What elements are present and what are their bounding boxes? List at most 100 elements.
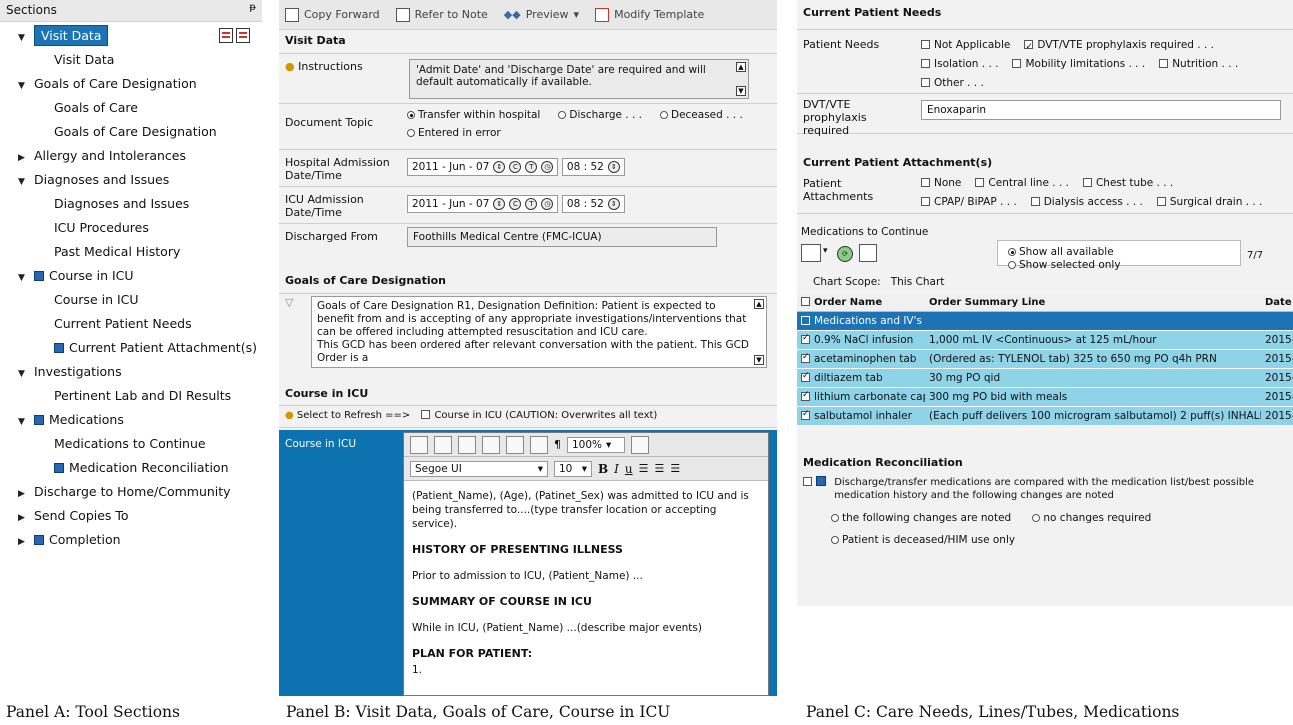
zoom-select[interactable]: 100% ▾ [567,436,625,453]
sidebar-item[interactable]: Goals of Care [0,96,262,120]
show-selected-radio[interactable]: Show selected only [1008,259,1121,271]
collapse-all-icon[interactable] [219,28,233,43]
paste-icon[interactable] [458,435,476,454]
sidebar-item[interactable]: Goals of Care Designation [0,120,262,144]
needs-checkbox[interactable]: Not Applicable [921,39,1010,51]
sidebar-item[interactable]: Course in ICU [0,288,262,312]
order-icon[interactable] [801,244,821,262]
pin-icon[interactable]: ᵽ [249,2,256,13]
show-all-radio[interactable]: Show all available [1008,246,1114,258]
needs-checkbox[interactable]: Nutrition . . . [1159,58,1238,70]
bold-icon[interactable]: B [598,462,608,476]
table-row[interactable]: lithium carbonate cap300 mg PO bid with … [797,387,1293,407]
recon-nochange-radio[interactable]: no changes required [1032,508,1151,528]
find-icon[interactable] [530,435,548,454]
needs-checkbox[interactable]: Mobility limitations . . . [1012,58,1145,70]
scroll-up-icon[interactable]: ▲ [736,62,746,72]
spin-icon[interactable]: ⇕ [493,198,506,210]
sidebar-item[interactable]: Pertinent Lab and DI Results [0,384,262,408]
collapsed-icon[interactable]: ▶ [18,482,30,506]
discharged-from-field[interactable]: Foothills Medical Centre (FMC-ICUA) [407,227,717,247]
clear-icon[interactable]: C [509,161,522,173]
copy-icon[interactable] [434,435,452,454]
clock-icon[interactable]: ◷ [541,161,554,173]
checkbox-icon[interactable] [801,316,810,325]
topic-discharge-radio[interactable]: Discharge . . . [558,109,642,121]
sidebar-item[interactable]: ▼ Medications [0,408,262,432]
chevron-down-icon[interactable]: ▾ [823,246,828,256]
sidebar-item[interactable]: Current Patient Attachment(s) [0,336,262,360]
med-group-row[interactable]: Medications and IV's [797,311,1293,331]
col-order-name[interactable]: Order Name [797,294,925,312]
attachment-checkbox[interactable]: CPAP/ BiPAP . . . [921,196,1017,208]
dvt-field[interactable]: Enoxaparin [921,100,1281,120]
topic-deceased-radio[interactable]: Deceased . . . [659,109,743,121]
copy-forward-button[interactable]: Copy Forward [285,7,380,22]
sidebar-item[interactable]: Medications to Continue [0,432,262,456]
modify-template-button[interactable]: Modify Template [595,7,704,22]
refresh-checkbox[interactable]: Course in ICU (CAUTION: Overwrites all t… [421,410,657,421]
expanded-icon[interactable]: ▼ [18,266,30,290]
expand-all-icon[interactable] [236,28,250,43]
expanded-icon[interactable]: ▼ [18,362,30,386]
today-icon[interactable]: T [525,198,538,210]
expanded-icon[interactable]: ▼ [18,74,30,98]
checkbox-icon[interactable] [801,297,810,306]
col-summary[interactable]: Order Summary Line [925,294,1261,312]
checkbox-icon[interactable] [801,409,810,420]
refresh-icon[interactable]: ⟳ [837,246,853,262]
recon-deceased-radio[interactable]: Patient is deceased/HIM use only [831,530,1015,550]
sidebar-item[interactable]: Medication Reconciliation [0,456,262,480]
topic-error-radio[interactable]: Entered in error [407,127,501,139]
sidebar-item[interactable]: ICU Procedures [0,216,262,240]
sidebar-item[interactable]: Visit Data [0,48,262,72]
table-row[interactable]: salbutamol inhaler (Each puff delivers 10… [797,406,1293,426]
italic-icon[interactable]: I [614,462,619,476]
sidebar-item[interactable]: ▼ Investigations [0,360,262,384]
align-right-icon[interactable]: ☰ [670,462,680,475]
sidebar-item[interactable]: ▼ Visit Data [0,24,262,48]
checkbox-icon[interactable] [801,371,810,382]
collapsed-icon[interactable]: ▶ [18,146,30,170]
font-size-select[interactable]: 10 ▾ [554,460,592,477]
hospital-admission-time[interactable]: 08 : 52 ⇕ [561,158,625,176]
scroll-up-icon[interactable]: ▲ [754,299,764,309]
align-left-icon[interactable]: ☰ [639,462,649,475]
spin-icon[interactable]: ⇕ [607,161,620,173]
checkbox-icon[interactable] [801,390,810,401]
sidebar-item[interactable]: ▼ Goals of Care Designation [0,72,262,96]
underline-icon[interactable]: u [625,462,633,476]
hospital-admission-date[interactable]: 2011 - Jun - 07 ⇕ C T ◷ [407,158,559,176]
recon-changes-radio[interactable]: the following changes are noted [831,508,1011,528]
recon-checkbox[interactable] [803,477,812,486]
today-icon[interactable]: T [525,161,538,173]
cut-icon[interactable] [410,435,428,454]
editor-document[interactable]: (Patient_Name), (Age), (Patinet_Sex) was… [404,481,768,697]
icu-admission-time[interactable]: 08 : 52 ⇕ [561,195,625,213]
sidebar-item[interactable]: Past Medical History [0,240,262,264]
hand-icon[interactable] [859,244,877,262]
spin-icon[interactable]: ⇕ [493,161,506,173]
sidebar-item[interactable]: ▶ Discharge to Home/Community [0,480,262,504]
preview-button[interactable]: ◆◆ Preview ▾ [504,8,579,21]
collapsed-icon[interactable]: ▶ [18,530,30,554]
scroll-down-icon[interactable]: ▼ [736,86,746,96]
font-select[interactable]: Segoe UI ▾ [410,460,548,477]
spin-icon[interactable]: ⇕ [607,198,620,210]
sidebar-item[interactable]: ▼ Diagnoses and Issues [0,168,262,192]
collapsed-icon[interactable]: ▶ [18,506,30,530]
checkbox-icon[interactable] [801,352,810,363]
align-center-icon[interactable]: ☰ [655,462,665,475]
topic-transfer-radio[interactable]: Transfer within hospital [407,109,540,121]
attachment-checkbox[interactable]: Central line . . . [975,177,1069,189]
attachment-checkbox[interactable]: Dialysis access . . . [1030,196,1143,208]
attachment-checkbox[interactable]: Surgical drain . . . [1156,196,1262,208]
refer-to-note-button[interactable]: Refer to Note [395,7,488,22]
sidebar-item[interactable]: Current Patient Needs [0,312,262,336]
icu-admission-date[interactable]: 2011 - Jun - 07 ⇕ C T ◷ [407,195,559,213]
image-icon[interactable] [631,435,649,454]
scroll-down-icon[interactable]: ▼ [754,355,764,365]
table-row[interactable]: acetaminophen tab (Ordered as: TYLENOL ta… [797,349,1293,369]
sidebar-item[interactable]: ▼ Course in ICU [0,264,262,288]
redo-icon[interactable] [506,435,524,454]
